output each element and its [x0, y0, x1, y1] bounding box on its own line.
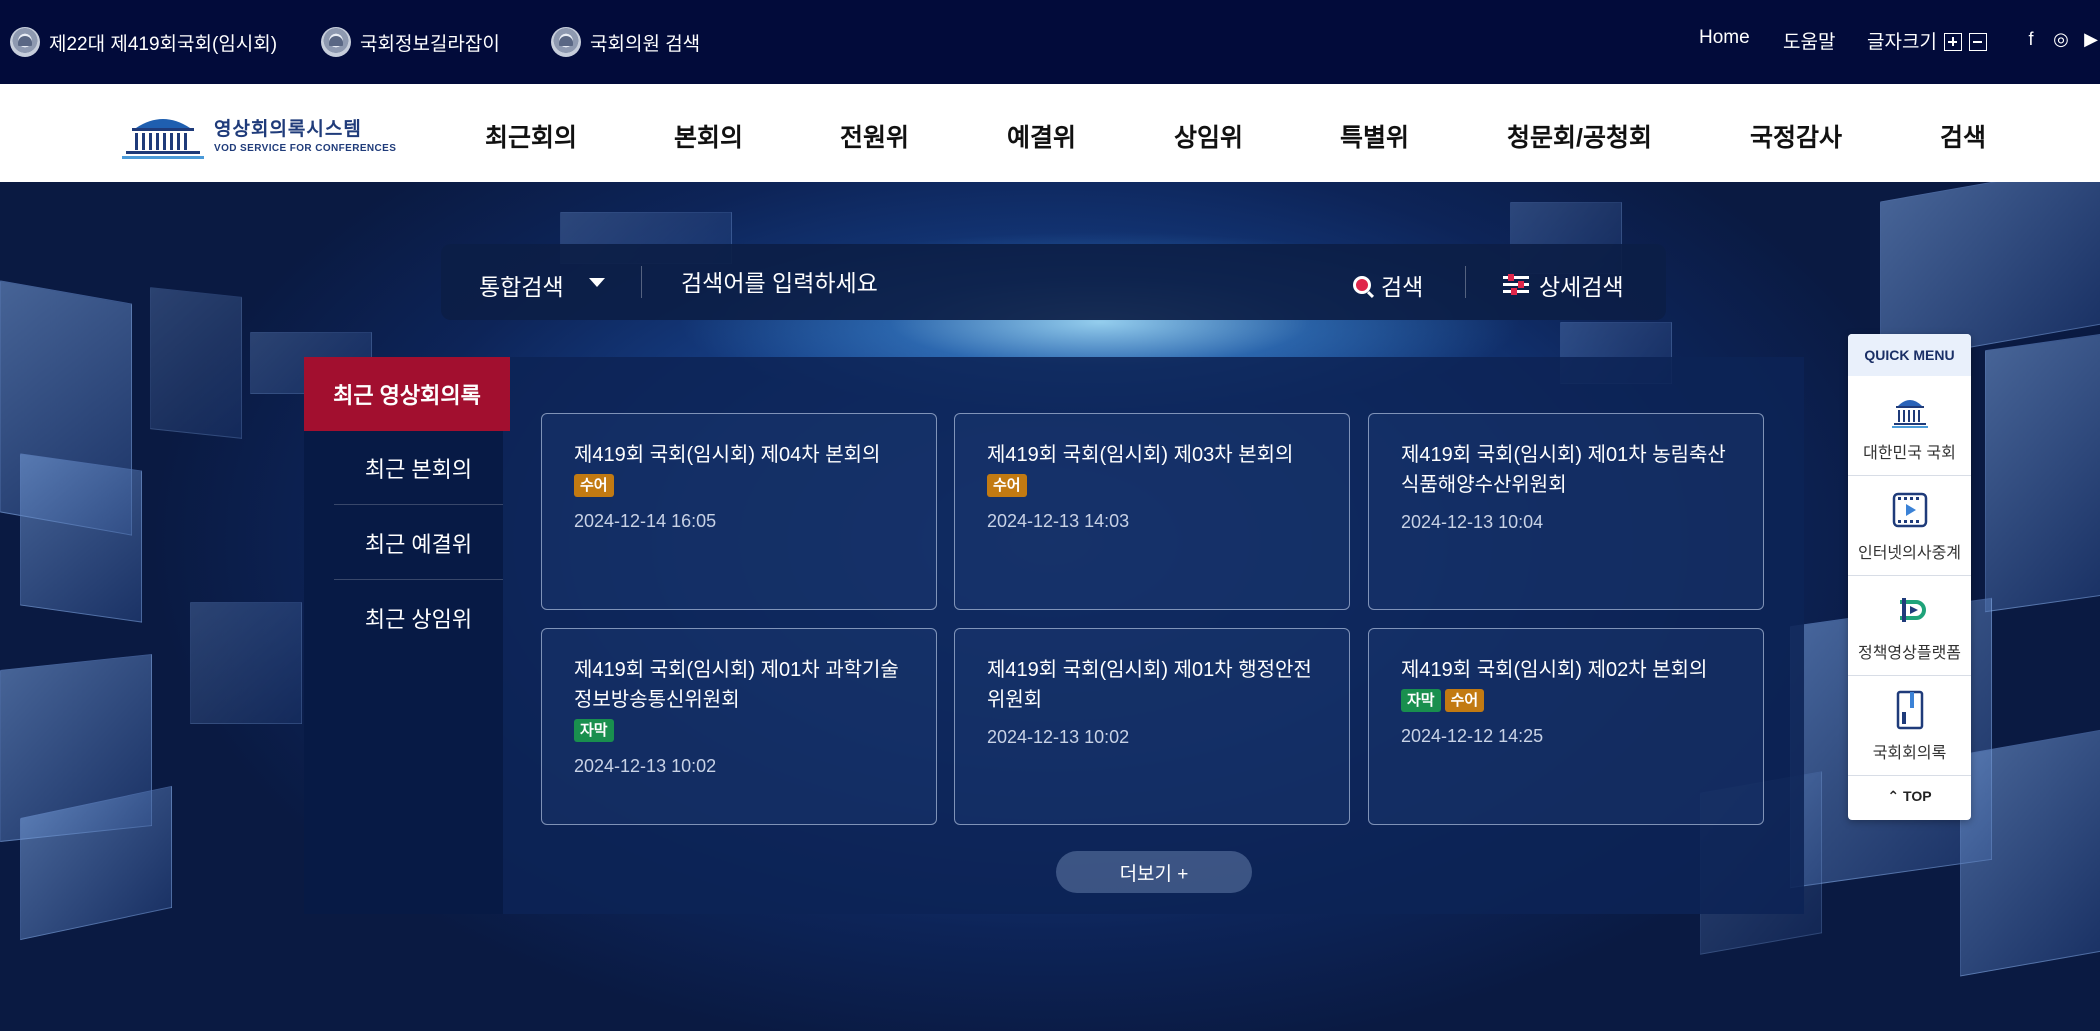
nav-recent-meetings[interactable]: 최근회의	[485, 118, 577, 154]
chevron-up-icon: ⌃	[1887, 788, 1900, 804]
logo-title: 영상회의록시스템	[214, 119, 362, 140]
subtitle-badge: 자막	[1401, 689, 1441, 712]
tab-recent-budget[interactable]: 최근 예결위	[334, 506, 503, 580]
quick-menu: QUICK MENU 대한민국 국회 인터넷의사중계 정책영상플랫폼 국회회의록…	[1848, 334, 1971, 820]
quick-minutes[interactable]: 국회회의록	[1848, 676, 1971, 776]
member-search-label: 국회의원 검색	[590, 33, 701, 55]
meeting-card[interactable]: 제419회 국회(임시회) 제01차 농림축산식품해양수산위원회 2024-12…	[1368, 413, 1764, 610]
policy-video-icon	[1900, 598, 1926, 622]
assembly-guide-link[interactable]: 국회정보길라잡이	[321, 24, 500, 60]
quick-item-label: 정책영상플랫폼	[1857, 645, 1962, 662]
instagram-icon[interactable]: ◎	[2050, 28, 2072, 50]
meeting-title: 제419회 국회(임시회) 제01차 행정안전위원회	[987, 659, 1312, 711]
advanced-search-label: 상세검색	[1539, 274, 1624, 300]
assembly-building-icon	[1892, 400, 1928, 428]
top-label: TOP	[1903, 788, 1932, 804]
font-size-label: 글자크기	[1867, 32, 1937, 53]
quick-item-label: 대한민국 국회	[1863, 445, 1956, 462]
meeting-title: 제419회 국회(임시회) 제02차 본회의	[1401, 659, 1708, 681]
subtitle-badge: 자막	[574, 719, 614, 742]
meeting-title: 제419회 국회(임시회) 제01차 농림축산식품해양수산위원회	[1401, 444, 1726, 496]
meeting-card[interactable]: 제419회 국회(임시회) 제03차 본회의 수어 2024-12-13 14:…	[954, 413, 1350, 610]
nav-search[interactable]: 검색	[1940, 118, 1986, 154]
sign-language-badge: 수어	[987, 474, 1027, 497]
quick-item-label: 인터넷의사중계	[1857, 545, 1962, 562]
site-logo[interactable]: 영상회의록시스템 VOD SERVICE FOR CONFERENCES	[120, 106, 396, 162]
scroll-top-button[interactable]: ⌃ TOP	[1848, 776, 1971, 816]
meeting-card[interactable]: 제419회 국회(임시회) 제02차 본회의 자막 수어 2024-12-12 1…	[1368, 628, 1764, 825]
meeting-card[interactable]: 제419회 국회(임시회) 제01차 행정안전위원회 2024-12-13 10…	[954, 628, 1350, 825]
meeting-title: 제419회 국회(임시회) 제01차 과학기술정보방송통신위원회	[574, 659, 899, 711]
search-icon	[1353, 276, 1371, 294]
nav-budget-committee[interactable]: 예결위	[1007, 118, 1076, 154]
assembly-session-label: 제22대 제419회국회(임시회)	[49, 33, 278, 55]
search-scope-select[interactable]: 통합검색	[479, 268, 564, 302]
meeting-card[interactable]: 제419회 국회(임시회) 제01차 과학기술정보방송통신위원회 자막 2024…	[541, 628, 937, 825]
quick-internet-broadcast[interactable]: 인터넷의사중계	[1848, 476, 1971, 576]
assembly-building-icon	[122, 119, 204, 159]
assembly-guide-label: 국회정보길라잡이	[360, 33, 500, 55]
font-increase-icon[interactable]	[1944, 33, 1963, 51]
main-navigation: 영상회의록시스템 VOD SERVICE FOR CONFERENCES 최근회…	[0, 84, 2100, 182]
assembly-session-link[interactable]: 제22대 제419회국회(임시회)	[10, 24, 277, 60]
meeting-date: 2024-12-14 16:05	[574, 511, 717, 531]
meeting-title: 제419회 국회(임시회) 제04차 본회의	[574, 444, 881, 466]
nav-standing-committee[interactable]: 상임위	[1174, 118, 1243, 154]
search-button-label: 검색	[1381, 274, 1424, 300]
assembly-seal-icon	[10, 27, 40, 57]
quick-national-assembly[interactable]: 대한민국 국회	[1848, 376, 1971, 476]
nav-special-committee[interactable]: 특별위	[1340, 118, 1409, 154]
quick-menu-title: QUICK MENU	[1848, 334, 1971, 376]
tab-recent-plenary[interactable]: 최근 본회의	[334, 431, 503, 505]
meeting-date: 2024-12-13 10:04	[1401, 512, 1544, 532]
sign-language-badge: 수어	[574, 474, 614, 497]
divider	[1465, 266, 1466, 298]
facebook-icon[interactable]: f	[2020, 28, 2042, 50]
assembly-seal-icon	[551, 27, 581, 57]
video-player-icon	[1892, 492, 1928, 528]
nav-plenary[interactable]: 본회의	[674, 118, 743, 154]
utility-bar: 제22대 제419회국회(임시회) 국회정보길라잡이 국회의원 검색 Home …	[0, 0, 2100, 84]
search-button[interactable]: 검색	[1353, 268, 1423, 302]
nav-audit[interactable]: 국정감사	[1750, 118, 1842, 154]
search-input[interactable]	[679, 262, 1243, 304]
tab-recent-video-records[interactable]: 최근 영상회의록	[304, 357, 510, 431]
minutes-book-icon	[1896, 690, 1924, 730]
sign-language-badge: 수어	[1444, 689, 1485, 712]
meeting-card[interactable]: 제419회 국회(임시회) 제04차 본회의 수어 2024-12-14 16:…	[541, 413, 937, 610]
search-bar: 통합검색 검색 상세검색	[441, 244, 1666, 320]
home-link[interactable]: Home	[1699, 27, 1750, 49]
meeting-date: 2024-12-13 14:03	[987, 511, 1130, 531]
youtube-icon[interactable]: ▶	[2080, 28, 2100, 50]
filter-sliders-icon	[1503, 274, 1529, 296]
member-search-link[interactable]: 국회의원 검색	[551, 24, 700, 60]
tab-recent-standing[interactable]: 최근 상임위	[334, 581, 503, 655]
assembly-seal-icon	[321, 27, 351, 57]
more-button[interactable]: 더보기 +	[1056, 851, 1252, 893]
meeting-title: 제419회 국회(임시회) 제03차 본회의	[987, 444, 1294, 466]
logo-subtitle: VOD SERVICE FOR CONFERENCES	[214, 143, 397, 154]
font-decrease-icon[interactable]	[1969, 33, 1988, 51]
meeting-date: 2024-12-13 10:02	[987, 727, 1130, 747]
chevron-down-icon[interactable]	[589, 278, 605, 287]
meeting-date: 2024-12-13 10:02	[574, 756, 717, 776]
recent-records-panel: 최근 영상회의록 최근 본회의 최근 예결위 최근 상임위 제419회 국회(임…	[304, 357, 1804, 914]
font-size-control: 글자크기	[1867, 27, 1988, 54]
quick-item-label: 국회회의록	[1872, 745, 1947, 762]
advanced-search-button[interactable]: 상세검색	[1503, 268, 1624, 302]
help-link[interactable]: 도움말	[1783, 27, 1835, 54]
hero-section: 통합검색 검색 상세검색 최근 영상회의록 최근 본회의 최근 예결위 최근 상…	[0, 182, 2100, 1031]
nav-whole-house[interactable]: 전원위	[840, 118, 909, 154]
divider	[641, 266, 642, 298]
meeting-date: 2024-12-12 14:25	[1401, 726, 1544, 746]
nav-hearings[interactable]: 청문회/공청회	[1507, 118, 1652, 154]
quick-policy-video[interactable]: 정책영상플랫폼	[1848, 576, 1971, 676]
